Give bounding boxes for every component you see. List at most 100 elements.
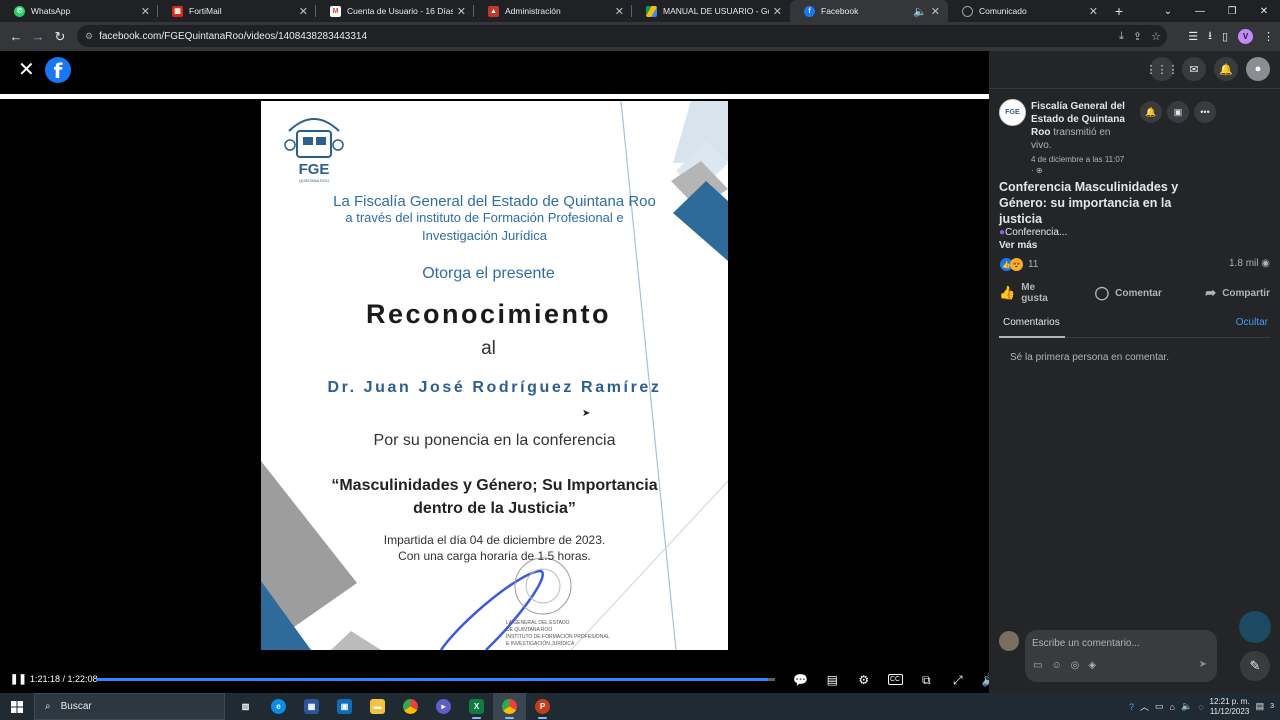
- reload-icon[interactable]: ↻: [49, 29, 71, 45]
- video-player[interactable]: ✕ f FGE QUINTANA ROO La Fiscalía General…: [0, 51, 997, 693]
- task-view-icon[interactable]: ▥: [229, 693, 262, 720]
- tab-title: FortiMail: [189, 6, 222, 16]
- tab-gmail[interactable]: M Cuenta de Usuario - 16 Días de ✕: [316, 0, 474, 22]
- cert-date-line: Impartida el día 04 de diciembre de 2023…: [383, 533, 606, 547]
- side-panel-icon[interactable]: ▯: [1222, 30, 1228, 43]
- picture-in-picture-icon[interactable]: ⧉: [911, 670, 943, 690]
- post-date[interactable]: 4 de diciembre a las 11:07 · ⊕: [1031, 154, 1124, 176]
- captions-icon[interactable]: CC: [887, 674, 903, 685]
- window-controls: ⌄ — ❐ ✕: [1152, 0, 1280, 22]
- comment-input[interactable]: Escribe un comentario... ▭ ☺ ◎ ◈ ➤: [1025, 630, 1217, 682]
- pause-icon[interactable]: ❚❚: [10, 674, 27, 685]
- tab-comentarios[interactable]: Comentarios: [1003, 317, 1060, 328]
- powerpoint-icon[interactable]: P: [526, 693, 559, 720]
- windows-start-icon[interactable]: [0, 693, 34, 720]
- address-bar-row: ← → ↻ ⚙ facebook.com/FGEQuintanaRoo/vide…: [0, 22, 1280, 51]
- tab-whatsapp[interactable]: ✆ WhatsApp ✕: [0, 0, 158, 22]
- close-window-icon[interactable]: ✕: [1248, 0, 1280, 22]
- speaker-icon[interactable]: 🔈: [1181, 701, 1192, 712]
- close-tab-icon[interactable]: ✕: [773, 5, 782, 18]
- chat-head-avatar[interactable]: [1239, 611, 1271, 643]
- restore-icon[interactable]: ❐: [1216, 0, 1248, 22]
- comment-button[interactable]: ◯ Comentar: [1095, 282, 1162, 304]
- progress-bar[interactable]: [96, 678, 775, 681]
- cert-line-2: a través del instituto de Formación Prof…: [345, 210, 624, 225]
- close-tab-icon[interactable]: ✕: [615, 5, 624, 18]
- close-icon[interactable]: ✕: [18, 60, 35, 80]
- gif-icon[interactable]: ◈: [1088, 660, 1096, 671]
- emoji-icon[interactable]: ☺: [1051, 660, 1061, 671]
- site-info-icon[interactable]: ⚙: [85, 31, 93, 42]
- tab-title: Comunicado: [979, 6, 1027, 16]
- more-options-icon[interactable]: •••: [1194, 101, 1216, 123]
- new-message-icon[interactable]: ✎: [1240, 651, 1270, 681]
- close-tab-icon[interactable]: ✕: [931, 5, 940, 18]
- live-chat-icon[interactable]: 💬: [785, 670, 817, 690]
- notifications-bell-icon[interactable]: 🔔: [1214, 57, 1238, 81]
- help-icon[interactable]: ?: [1129, 702, 1134, 712]
- tray-app-icon[interactable]: ▭: [1155, 701, 1164, 712]
- save-icon[interactable]: ▣: [1167, 101, 1189, 123]
- back-icon[interactable]: ←: [5, 29, 27, 44]
- profile-avatar[interactable]: V: [1238, 29, 1253, 44]
- chrome-active-icon[interactable]: [493, 693, 526, 720]
- fullscreen-icon[interactable]: ⤢: [942, 670, 974, 690]
- download-icon[interactable]: ⭳: [1208, 27, 1212, 46]
- globe-icon: [962, 5, 973, 17]
- chrome-icon[interactable]: [394, 693, 427, 720]
- minimize-icon[interactable]: —: [1184, 0, 1216, 22]
- share-icon[interactable]: ⇪: [1133, 30, 1142, 43]
- new-tab-button[interactable]: +: [1106, 0, 1132, 22]
- excel-icon[interactable]: X: [460, 693, 493, 720]
- tab-facebook[interactable]: f Facebook 🔈 ✕: [790, 0, 948, 22]
- reading-list-icon[interactable]: ☰: [1188, 30, 1198, 43]
- hide-comments-link[interactable]: Ocultar: [1236, 317, 1268, 328]
- forward-icon[interactable]: →: [27, 29, 49, 44]
- view-count: 1.8 mil ◉: [1229, 258, 1270, 269]
- windows-taskbar: ⌕ Buscar ▥ e ▦ ▣ ▬ ▸ X P ? ︿ ▭ ⌂ 🔈 ◌ 12:…: [0, 693, 1280, 720]
- close-tab-icon[interactable]: ✕: [1089, 5, 1098, 18]
- taskbar-search[interactable]: ⌕ Buscar: [34, 693, 225, 720]
- tray-chevron-icon[interactable]: ︿: [1140, 700, 1149, 713]
- follow-bell-icon[interactable]: 🔔: [1140, 101, 1162, 123]
- ime-icon[interactable]: ◌: [1198, 702, 1203, 712]
- sticker-icon[interactable]: ▭: [1033, 660, 1042, 671]
- network-icon[interactable]: ⌂: [1170, 702, 1175, 712]
- outlook-icon[interactable]: ▣: [328, 693, 361, 720]
- edge-icon[interactable]: e: [262, 693, 295, 720]
- mouse-cursor-icon: ➤: [582, 408, 591, 419]
- tab-comunicado[interactable]: Comunicado ✕: [948, 0, 1106, 22]
- clock[interactable]: 12:21 p. m. 11/12/2023: [1210, 697, 1250, 717]
- page-avatar[interactable]: FGE: [999, 99, 1026, 126]
- tab-administracion[interactable]: ▲ Administración ✕: [474, 0, 632, 22]
- reactions-summary[interactable]: 👍 😍 11: [1000, 258, 1038, 271]
- user-avatar[interactable]: ●: [1246, 57, 1270, 81]
- chrome-menu-icon[interactable]: ⋮: [1263, 30, 1274, 43]
- store-icon[interactable]: ▦: [295, 693, 328, 720]
- send-icon[interactable]: ➤: [1199, 659, 1207, 670]
- tab-manual[interactable]: MANUAL DE USUARIO - Google ✕: [632, 0, 790, 22]
- share-button[interactable]: ➦ Compartir: [1205, 282, 1270, 304]
- url-bar[interactable]: ⚙ facebook.com/FGEQuintanaRoo/videos/140…: [77, 25, 1167, 47]
- see-more-link[interactable]: Ver más: [999, 240, 1037, 251]
- close-tab-icon[interactable]: ✕: [457, 5, 466, 18]
- camera-icon[interactable]: ◎: [1071, 660, 1080, 671]
- app-icon[interactable]: ▸: [427, 693, 460, 720]
- clip-icon[interactable]: ▤: [817, 670, 849, 690]
- notification-center-icon[interactable]: ▤: [1256, 701, 1265, 712]
- tab-search-icon[interactable]: ⌄: [1152, 0, 1184, 22]
- menu-grid-icon[interactable]: ⋮⋮⋮: [1146, 57, 1179, 81]
- install-icon[interactable]: ⤓: [1119, 30, 1124, 43]
- tab-title: Facebook: [821, 6, 859, 16]
- tab-fortimail[interactable]: ▦ FortiMail ✕: [158, 0, 316, 22]
- file-explorer-icon[interactable]: ▬: [361, 693, 394, 720]
- bookmark-star-icon[interactable]: ☆: [1151, 30, 1161, 43]
- eye-icon: ◉: [1261, 258, 1270, 269]
- settings-gear-icon[interactable]: ⚙: [848, 670, 880, 690]
- like-button[interactable]: 👍 Me gusta: [999, 282, 1051, 304]
- mute-tab-icon[interactable]: 🔈: [913, 5, 927, 18]
- close-tab-icon[interactable]: ✕: [299, 5, 308, 18]
- close-tab-icon[interactable]: ✕: [141, 5, 150, 18]
- messenger-icon[interactable]: ✉: [1182, 57, 1206, 81]
- facebook-logo[interactable]: f: [45, 57, 71, 83]
